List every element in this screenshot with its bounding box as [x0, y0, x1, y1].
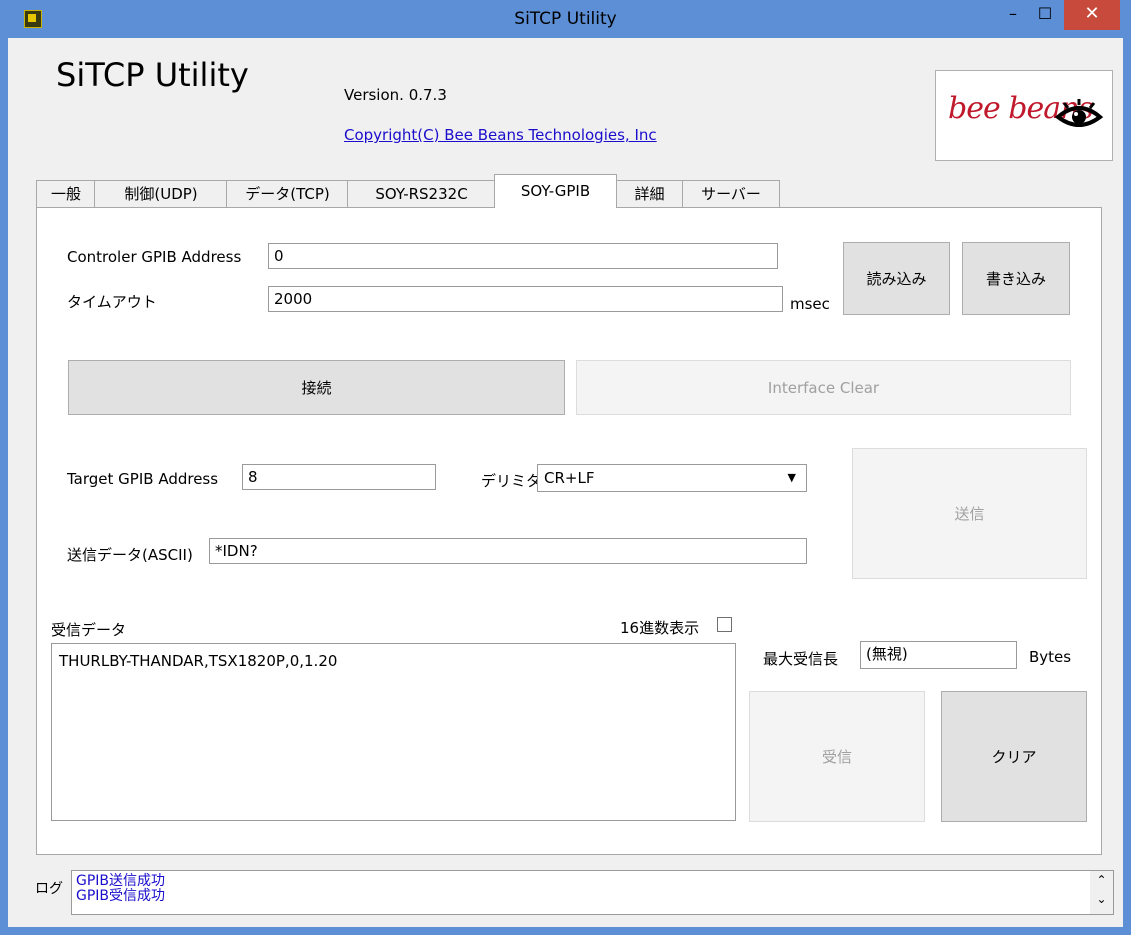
- send-button[interactable]: 送信: [852, 448, 1087, 579]
- timeout-label: タイムアウト: [67, 293, 157, 311]
- minimize-button[interactable]: –: [998, 0, 1028, 30]
- close-button[interactable]: ✕: [1064, 0, 1120, 30]
- interface-clear-button[interactable]: Interface Clear: [576, 360, 1071, 415]
- connect-button[interactable]: 接続: [68, 360, 565, 415]
- target-address-label: Target GPIB Address: [67, 470, 219, 488]
- scroll-up-icon[interactable]: ⌃: [1090, 871, 1113, 890]
- hex-display-checkbox[interactable]: [717, 617, 732, 632]
- app-window: SiTCP Utility – ☐ ✕ SiTCP Utility Versio…: [0, 0, 1131, 935]
- delimiter-value: CR+LF: [544, 469, 595, 487]
- receive-data-textarea[interactable]: THURLBY-THANDAR,TSX1820P,0,1.20: [51, 643, 736, 821]
- scroll-down-icon[interactable]: ⌄: [1090, 890, 1113, 909]
- delimiter-select[interactable]: CR+LF ▼: [537, 464, 807, 492]
- eye-icon: [1054, 99, 1104, 127]
- receive-button[interactable]: 受信: [749, 691, 925, 822]
- bee-beans-logo: bee beans: [935, 70, 1113, 161]
- log-line: GPIB受信成功: [76, 888, 166, 904]
- controller-address-label: Controler GPIB Address: [67, 248, 242, 266]
- maximize-button[interactable]: ☐: [1030, 0, 1060, 30]
- receive-data-label: 受信データ: [51, 621, 127, 639]
- window-title: SiTCP Utility: [514, 9, 617, 29]
- tab-soy-gpib[interactable]: SOY-GPIB: [494, 174, 617, 208]
- log-scrollbar[interactable]: ⌃ ⌄: [1090, 870, 1114, 915]
- copyright-link[interactable]: Copyright(C) Bee Beans Technologies, Inc: [344, 126, 657, 144]
- write-button[interactable]: 書き込み: [962, 242, 1070, 315]
- clear-button[interactable]: クリア: [941, 691, 1087, 822]
- tab-details[interactable]: 詳細: [615, 180, 684, 207]
- tab-data-tcp[interactable]: データ(TCP): [226, 180, 349, 207]
- receive-data-text: THURLBY-THANDAR,TSX1820P,0,1.20: [59, 652, 338, 670]
- app-title: SiTCP Utility: [56, 56, 249, 94]
- tab-control-udp[interactable]: 制御(UDP): [94, 180, 228, 207]
- send-data-input[interactable]: *IDN?: [209, 538, 807, 564]
- title-bar[interactable]: SiTCP Utility – ☐ ✕: [0, 0, 1131, 38]
- delimiter-label: デリミタ: [481, 472, 542, 490]
- log-line: GPIB送信成功: [76, 873, 166, 889]
- log-label: ログ: [35, 881, 63, 897]
- timeout-input[interactable]: 2000: [268, 286, 783, 312]
- timeout-unit-label: msec: [790, 295, 830, 313]
- chevron-down-icon: ▼: [787, 471, 796, 484]
- max-receive-input[interactable]: (無視): [860, 641, 1017, 669]
- controller-address-input[interactable]: 0: [268, 243, 778, 269]
- tab-server[interactable]: サーバー: [682, 180, 780, 207]
- send-data-label: 送信データ(ASCII): [67, 546, 193, 564]
- tab-soy-rs232c[interactable]: SOY-RS232C: [347, 180, 496, 207]
- version-label: Version. 0.7.3: [344, 86, 447, 104]
- max-receive-label: 最大受信長: [763, 650, 839, 668]
- tab-general[interactable]: 一般: [36, 180, 96, 207]
- target-address-input[interactable]: 8: [242, 464, 436, 490]
- max-receive-unit-label: Bytes: [1029, 648, 1072, 666]
- log-textarea[interactable]: GPIB送信成功 GPIB受信成功: [71, 870, 1091, 915]
- hex-display-label: 16進数表示: [620, 619, 700, 637]
- read-button[interactable]: 読み込み: [843, 242, 950, 315]
